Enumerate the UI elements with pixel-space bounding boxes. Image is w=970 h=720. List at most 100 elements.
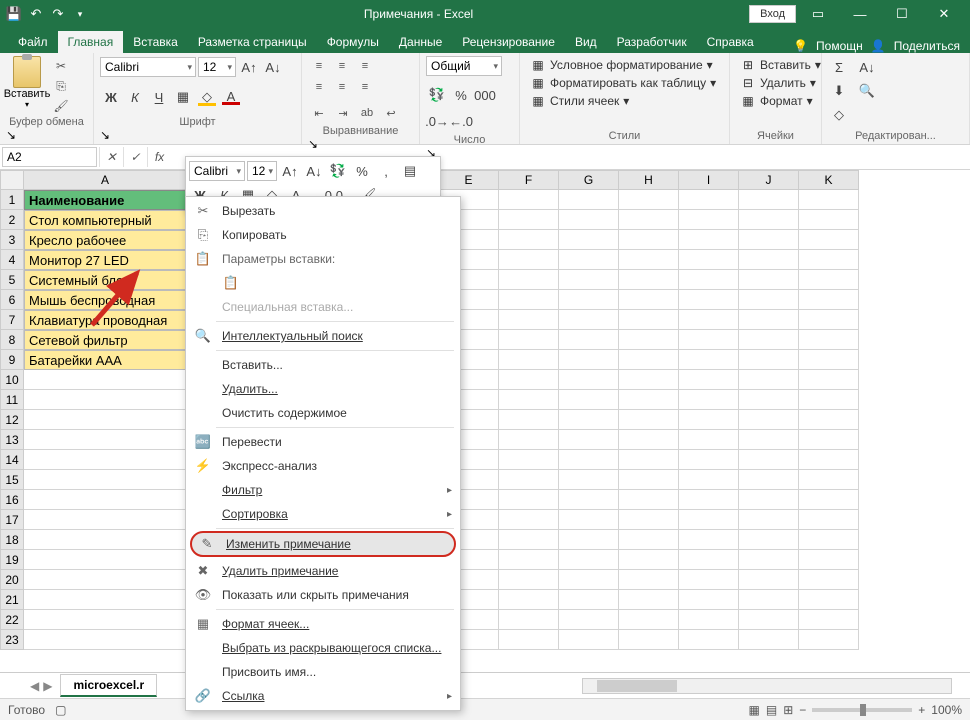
cell-F9[interactable] [499,350,559,370]
cell-A10[interactable] [24,370,187,390]
tab-help[interactable]: Справка [697,31,764,53]
align-top-icon[interactable]: ≡ [308,56,330,76]
row-header-1[interactable]: 1 [0,190,24,210]
ctx-translate[interactable]: 🔤Перевести [186,430,460,454]
cell-I5[interactable] [679,270,739,290]
format-cells-button[interactable]: ▦Формат ▾ [736,92,817,110]
row-header-17[interactable]: 17 [0,510,24,530]
ctx-edit-comment[interactable]: ✎Изменить примечание [190,531,456,557]
decrease-decimal-icon[interactable]: ←.0 [450,110,472,132]
cell-F18[interactable] [499,530,559,550]
ctx-smart-lookup[interactable]: 🔍Интеллектуальный поиск [186,324,460,348]
sheet-nav-next-icon[interactable]: ▶ [43,679,52,693]
cell-F15[interactable] [499,470,559,490]
zoom-level[interactable]: 100% [931,703,962,717]
cell-A16[interactable] [24,490,187,510]
cell-K18[interactable] [799,530,859,550]
cell-G2[interactable] [559,210,619,230]
tab-formulas[interactable]: Формулы [317,31,389,53]
underline-button[interactable]: Ч [148,86,170,108]
cell-G20[interactable] [559,570,619,590]
align-bottom-icon[interactable]: ≡ [354,56,376,76]
ctx-filter[interactable]: Фильтр [186,478,460,502]
cell-J7[interactable] [739,310,799,330]
cell-I22[interactable] [679,610,739,630]
redo-icon[interactable]: ↷ [50,6,66,22]
row-header-23[interactable]: 23 [0,630,24,650]
row-header-9[interactable]: 9 [0,350,24,370]
cell-A17[interactable] [24,510,187,530]
cell-K10[interactable] [799,370,859,390]
fill-color-button[interactable]: ◇ [196,86,218,108]
cell-I18[interactable] [679,530,739,550]
cell-H20[interactable] [619,570,679,590]
cell-G6[interactable] [559,290,619,310]
ctx-copy[interactable]: ⎘Копировать [186,223,460,247]
cell-F14[interactable] [499,450,559,470]
cell-K5[interactable] [799,270,859,290]
cell-K16[interactable] [799,490,859,510]
cell-K22[interactable] [799,610,859,630]
cell-H18[interactable] [619,530,679,550]
cell-G7[interactable] [559,310,619,330]
cell-G23[interactable] [559,630,619,650]
cell-H1[interactable] [619,190,679,210]
format-painter-icon[interactable]: 🖌 [52,98,70,114]
ctx-link[interactable]: 🔗Ссылка [186,684,460,708]
paste-button[interactable]: Вставить ▾ [6,56,48,109]
ctx-clear[interactable]: Очистить содержимое [186,401,460,425]
cell-I15[interactable] [679,470,739,490]
row-header-16[interactable]: 16 [0,490,24,510]
cell-I19[interactable] [679,550,739,570]
cell-J10[interactable] [739,370,799,390]
qat-more-icon[interactable]: ▾ [72,6,88,22]
cell-A7[interactable]: Клавиатура проводная [24,310,187,330]
tab-file[interactable]: Файл [8,31,58,53]
cell-J5[interactable] [739,270,799,290]
cell-G17[interactable] [559,510,619,530]
cell-H14[interactable] [619,450,679,470]
cell-H8[interactable] [619,330,679,350]
cell-H5[interactable] [619,270,679,290]
cell-A6[interactable]: Мышь беспроводная [24,290,187,310]
cell-J22[interactable] [739,610,799,630]
cell-I16[interactable] [679,490,739,510]
cell-F19[interactable] [499,550,559,570]
cell-J21[interactable] [739,590,799,610]
cell-K4[interactable] [799,250,859,270]
number-format-select[interactable]: Общий [426,56,502,76]
cell-K8[interactable] [799,330,859,350]
cell-K23[interactable] [799,630,859,650]
cell-J2[interactable] [739,210,799,230]
cell-J13[interactable] [739,430,799,450]
row-header-14[interactable]: 14 [0,450,24,470]
name-box[interactable] [2,147,97,167]
row-header-21[interactable]: 21 [0,590,24,610]
cell-A11[interactable] [24,390,187,410]
cell-K2[interactable] [799,210,859,230]
cell-A22[interactable] [24,610,187,630]
clipboard-dialog-icon[interactable]: ↘ [6,128,87,142]
cell-J20[interactable] [739,570,799,590]
cell-J9[interactable] [739,350,799,370]
cell-J6[interactable] [739,290,799,310]
cell-I10[interactable] [679,370,739,390]
font-size-select[interactable]: 12 [198,57,236,77]
row-header-6[interactable]: 6 [0,290,24,310]
cell-G4[interactable] [559,250,619,270]
cell-G3[interactable] [559,230,619,250]
cell-A3[interactable]: Кресло рабочее [24,230,187,250]
cell-J11[interactable] [739,390,799,410]
ctx-delete[interactable]: Удалить... [186,377,460,401]
autosum-icon[interactable]: Σ [828,56,850,78]
mini-shrink-font-icon[interactable]: A↓ [303,160,325,182]
cell-F8[interactable] [499,330,559,350]
row-header-22[interactable]: 22 [0,610,24,630]
cell-J8[interactable] [739,330,799,350]
cell-J15[interactable] [739,470,799,490]
italic-button[interactable]: К [124,86,146,108]
cell-H4[interactable] [619,250,679,270]
grow-font-icon[interactable]: A↑ [238,56,260,78]
tab-layout[interactable]: Разметка страницы [188,31,317,53]
comma-icon[interactable]: 000 [474,84,496,106]
